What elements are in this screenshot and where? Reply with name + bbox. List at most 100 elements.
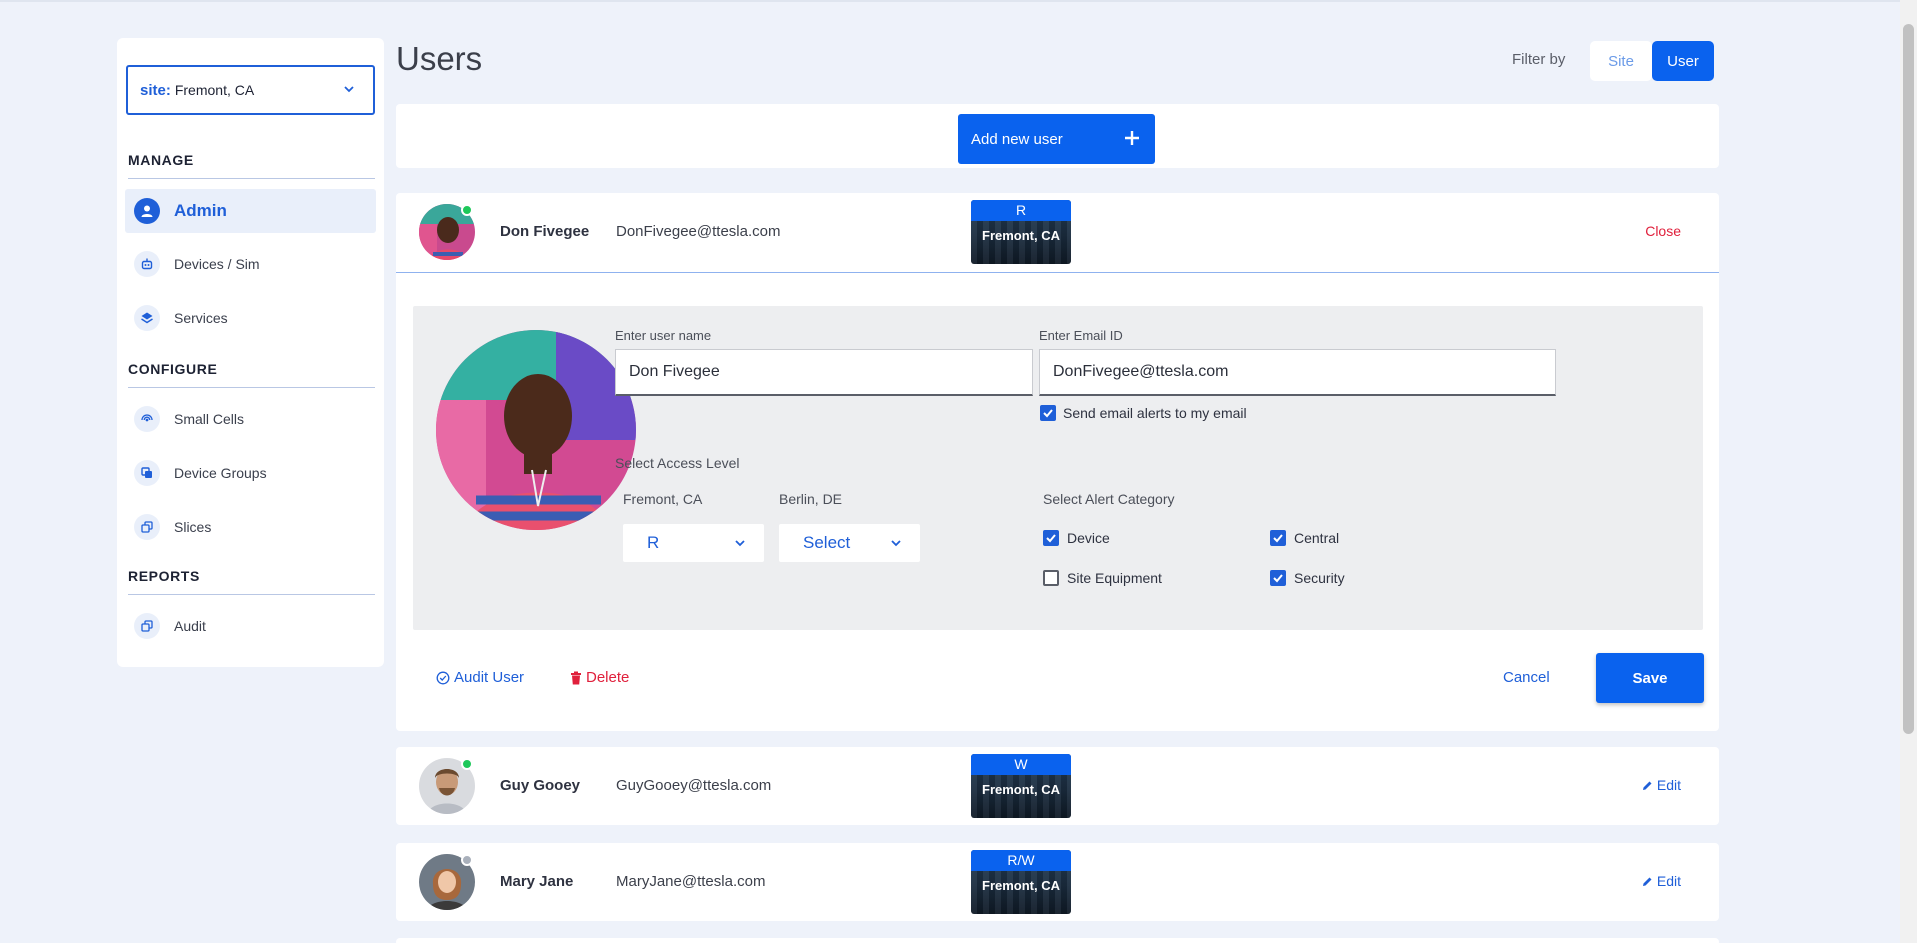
site-selector-value: Fremont, CA bbox=[174, 82, 255, 98]
page-scrollbar[interactable] bbox=[1900, 0, 1917, 943]
section-title-manage: MANAGE bbox=[128, 152, 194, 168]
access-site: Fremont, CA bbox=[982, 228, 1060, 243]
filter-toggle: Site User bbox=[1590, 41, 1714, 81]
scrollbar-thumb[interactable] bbox=[1903, 24, 1914, 734]
stack-icon bbox=[134, 514, 160, 540]
email-alerts-label: Send email alerts to my email bbox=[1063, 405, 1247, 421]
edit-label: Edit bbox=[1656, 873, 1681, 889]
access-level: R/W bbox=[971, 850, 1071, 871]
sidebar-item-slices[interactable]: Slices bbox=[125, 505, 376, 549]
close-button[interactable]: Close bbox=[1645, 223, 1681, 239]
access-level-dropdown-berlin[interactable]: Select bbox=[779, 524, 920, 562]
access-site: Fremont, CA bbox=[982, 782, 1060, 797]
plus-icon bbox=[1125, 131, 1139, 145]
user-name: Guy Gooey bbox=[500, 777, 581, 794]
broadcast-icon bbox=[134, 406, 160, 432]
access-site: Fremont, CA bbox=[982, 878, 1060, 893]
sidebar-item-admin[interactable]: Admin bbox=[125, 189, 376, 233]
sidebar-item-audit[interactable]: Audit bbox=[125, 604, 376, 648]
access-site-fremont: Fremont, CA bbox=[623, 491, 703, 507]
edit-button[interactable]: Edit bbox=[1642, 873, 1681, 889]
access-level-dropdown-fremont[interactable]: R bbox=[623, 524, 764, 562]
alert-device-checkbox[interactable] bbox=[1043, 530, 1059, 546]
alert-central-label: Central bbox=[1294, 530, 1340, 546]
trash-icon bbox=[571, 671, 581, 684]
email-label: Enter Email ID bbox=[1039, 328, 1123, 343]
sidebar-item-label: Admin bbox=[174, 201, 227, 220]
pencil-icon bbox=[1642, 781, 1652, 790]
sidebar: site: Fremont, CA MANAGE Admin Devices /… bbox=[117, 38, 384, 667]
divider bbox=[396, 272, 1719, 273]
sidebar-item-label: Devices / Sim bbox=[174, 256, 260, 272]
pencil-icon bbox=[1642, 877, 1652, 886]
chevron-down-icon bbox=[891, 540, 901, 547]
user-name: Don Fivegee bbox=[500, 223, 590, 240]
delete-link[interactable]: Delete bbox=[570, 669, 629, 686]
access-badge: W Fremont, CA bbox=[971, 754, 1071, 818]
stack-icon bbox=[134, 613, 160, 639]
email-input[interactable]: DonFivegee@ttesla.com bbox=[1039, 349, 1556, 396]
sidebar-item-label: Small Cells bbox=[174, 411, 245, 427]
section-title-reports: REPORTS bbox=[128, 568, 200, 584]
chevron-down-icon bbox=[735, 540, 745, 547]
alert-security-checkbox[interactable] bbox=[1270, 570, 1286, 586]
status-online-indicator bbox=[461, 758, 473, 770]
sidebar-item-device-groups[interactable]: Device Groups bbox=[125, 451, 376, 495]
user-row: Mary Jane MaryJane@ttesla.com R/W Fremon… bbox=[396, 843, 1719, 921]
copy-icon bbox=[134, 460, 160, 486]
edit-button[interactable]: Edit bbox=[1642, 777, 1681, 793]
dropdown-value: Select bbox=[803, 533, 851, 552]
check-icon bbox=[1273, 574, 1283, 583]
edit-label: Edit bbox=[1656, 777, 1681, 793]
check-icon bbox=[1046, 534, 1056, 543]
access-level: R bbox=[971, 200, 1071, 221]
access-badge: R Fremont, CA bbox=[971, 200, 1071, 264]
user-card-expanded: Don Fivegee DonFivegee@ttesla.com R Frem… bbox=[396, 193, 1719, 731]
add-new-user-button[interactable]: Add new user bbox=[958, 114, 1155, 164]
alert-security-label: Security bbox=[1294, 570, 1345, 586]
audit-user-label: Audit User bbox=[454, 669, 525, 686]
sidebar-item-devices-sim[interactable]: Devices / Sim bbox=[125, 242, 376, 286]
section-title-configure: CONFIGURE bbox=[128, 361, 218, 377]
alert-device-label: Device bbox=[1067, 530, 1110, 546]
divider bbox=[128, 178, 375, 179]
site-selector[interactable]: site: Fremont, CA bbox=[126, 65, 375, 115]
user-row bbox=[396, 938, 1719, 943]
alert-central-checkbox[interactable] bbox=[1270, 530, 1286, 546]
alert-site-equipment-checkbox[interactable] bbox=[1043, 570, 1059, 586]
sidebar-item-services[interactable]: Services bbox=[125, 296, 376, 340]
audit-user-link[interactable]: Audit User bbox=[436, 669, 524, 686]
access-badge: R/W Fremont, CA bbox=[971, 850, 1071, 914]
filter-user-button[interactable]: User bbox=[1652, 41, 1714, 81]
user-email: GuyGooey@ttesla.com bbox=[616, 777, 772, 794]
email-alerts-checkbox[interactable] bbox=[1040, 405, 1056, 421]
access-level: W bbox=[971, 754, 1071, 775]
cancel-button[interactable]: Cancel bbox=[1503, 669, 1550, 686]
user-name: Mary Jane bbox=[500, 873, 574, 890]
edit-user-panel: Enter user name Don Fivegee Enter Email … bbox=[413, 306, 1703, 630]
filter-label: Filter by bbox=[1512, 51, 1566, 68]
robot-icon bbox=[134, 251, 160, 277]
sidebar-item-label: Audit bbox=[174, 618, 206, 634]
save-button[interactable]: Save bbox=[1596, 653, 1704, 703]
status-online-indicator bbox=[461, 204, 473, 216]
status-offline-indicator bbox=[461, 854, 473, 866]
alert-category-title: Select Alert Category bbox=[1043, 491, 1175, 507]
check-icon bbox=[1043, 409, 1053, 418]
add-new-user-label: Add new user bbox=[971, 130, 1063, 148]
check-circle-icon bbox=[436, 671, 450, 684]
layers-icon bbox=[134, 305, 160, 331]
top-strip bbox=[0, 0, 1917, 2]
page-title: Users bbox=[396, 40, 483, 77]
sidebar-item-label: Slices bbox=[174, 519, 212, 535]
user-photo bbox=[436, 330, 636, 530]
username-input[interactable]: Don Fivegee bbox=[615, 349, 1033, 396]
access-level-title: Select Access Level bbox=[615, 455, 740, 471]
sidebar-item-small-cells[interactable]: Small Cells bbox=[125, 397, 376, 441]
check-icon bbox=[1273, 534, 1283, 543]
user-email: MaryJane@ttesla.com bbox=[616, 873, 766, 890]
username-label: Enter user name bbox=[615, 328, 712, 343]
filter-site-button[interactable]: Site bbox=[1590, 41, 1652, 81]
chevron-down-icon bbox=[344, 86, 354, 93]
person-icon bbox=[134, 198, 160, 224]
